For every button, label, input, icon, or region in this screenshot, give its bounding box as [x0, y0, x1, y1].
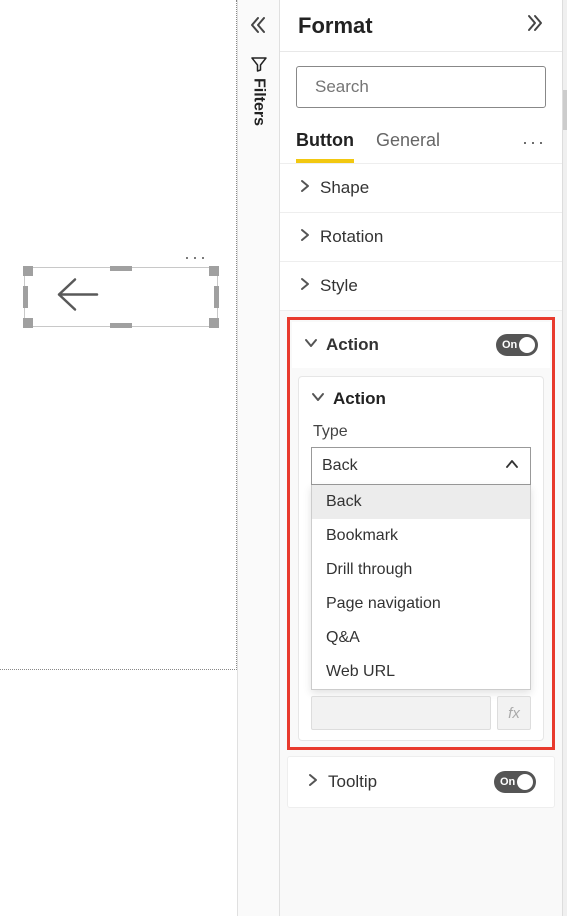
section-label: Shape	[320, 178, 544, 198]
format-pane: Format Button General ··· Shape Rotation	[279, 0, 562, 916]
filters-pane-collapsed: Filters	[237, 0, 279, 916]
expand-filters-icon[interactable]	[247, 14, 269, 41]
back-arrow-icon	[53, 276, 101, 319]
section-label: Rotation	[320, 227, 544, 247]
chevron-down-icon	[311, 390, 325, 409]
section-rotation[interactable]: Rotation	[280, 213, 562, 262]
action-type-dropdown: Back Bookmark Drill through Page navigat…	[311, 485, 531, 690]
fx-button[interactable]: fx	[497, 696, 531, 730]
pane-title: Format	[298, 13, 373, 39]
resize-handle[interactable]	[23, 266, 33, 276]
disabled-field-row: fx	[311, 696, 531, 730]
tab-button[interactable]: Button	[296, 122, 354, 163]
chevron-up-icon	[504, 456, 520, 477]
toggle-knob	[519, 337, 535, 353]
type-field-label: Type	[299, 417, 543, 445]
filters-text: Filters	[250, 78, 268, 126]
selection-outline	[24, 267, 218, 327]
tabs-more-icon[interactable]: ···	[522, 132, 546, 153]
action-sub-header[interactable]: Action	[299, 377, 543, 417]
section-tooltip[interactable]: Tooltip On	[287, 756, 555, 808]
collapse-format-icon[interactable]	[524, 12, 546, 39]
section-style[interactable]: Style	[280, 262, 562, 311]
dropdown-option-drill-through[interactable]: Drill through	[312, 553, 530, 587]
filter-icon	[251, 56, 267, 72]
chevron-down-icon	[304, 336, 318, 355]
format-pane-body: Button General ··· Shape Rotation Style …	[280, 51, 562, 916]
format-pane-header: Format	[280, 0, 562, 51]
section-label: Action	[326, 335, 488, 355]
chevron-right-icon	[306, 773, 320, 792]
search-input[interactable]	[315, 77, 536, 97]
section-label: Style	[320, 276, 544, 296]
tooltip-toggle[interactable]: On	[494, 771, 536, 793]
chevron-right-icon	[298, 179, 312, 198]
section-action[interactable]: Action On	[292, 322, 550, 368]
highlighted-action-section: Action On Action Type Back Back	[287, 317, 555, 750]
resize-handle[interactable]	[209, 266, 219, 276]
report-canvas[interactable]: ···	[0, 0, 237, 670]
selected-value: Back	[322, 457, 358, 475]
action-card: Action Type Back Back Bookmark Drill thr…	[298, 376, 544, 741]
section-shape[interactable]: Shape	[280, 164, 562, 213]
format-tabs: Button General ···	[280, 118, 562, 164]
toggle-knob	[517, 774, 533, 790]
action-type-select[interactable]: Back	[311, 447, 531, 485]
dropdown-option-page-navigation[interactable]: Page navigation	[312, 587, 530, 621]
right-edge-strip	[562, 0, 567, 916]
chevron-right-icon	[298, 277, 312, 296]
resize-handle[interactable]	[23, 318, 33, 328]
resize-handle[interactable]	[209, 318, 219, 328]
section-label: Tooltip	[328, 772, 486, 792]
resize-handle[interactable]	[110, 266, 132, 271]
button-visual[interactable]: ···	[24, 267, 218, 327]
toggle-on-label: On	[502, 339, 517, 351]
chevron-right-icon	[298, 228, 312, 247]
dropdown-option-back[interactable]: Back	[312, 485, 530, 519]
toggle-on-label: On	[500, 776, 515, 788]
dropdown-option-qa[interactable]: Q&A	[312, 621, 530, 655]
disabled-input	[311, 696, 491, 730]
resize-handle[interactable]	[23, 286, 28, 308]
action-toggle[interactable]: On	[496, 334, 538, 356]
tab-general[interactable]: General	[376, 122, 440, 163]
visual-options-menu[interactable]: ···	[184, 247, 208, 268]
format-search-box[interactable]	[296, 66, 546, 108]
filters-pane-label[interactable]: Filters	[250, 56, 268, 126]
resize-handle[interactable]	[110, 323, 132, 328]
card-title: Action	[333, 389, 386, 409]
resize-handle[interactable]	[214, 286, 219, 308]
dropdown-option-bookmark[interactable]: Bookmark	[312, 519, 530, 553]
right-collapsed-pane-tab[interactable]	[563, 90, 567, 130]
dropdown-option-web-url[interactable]: Web URL	[312, 655, 530, 689]
